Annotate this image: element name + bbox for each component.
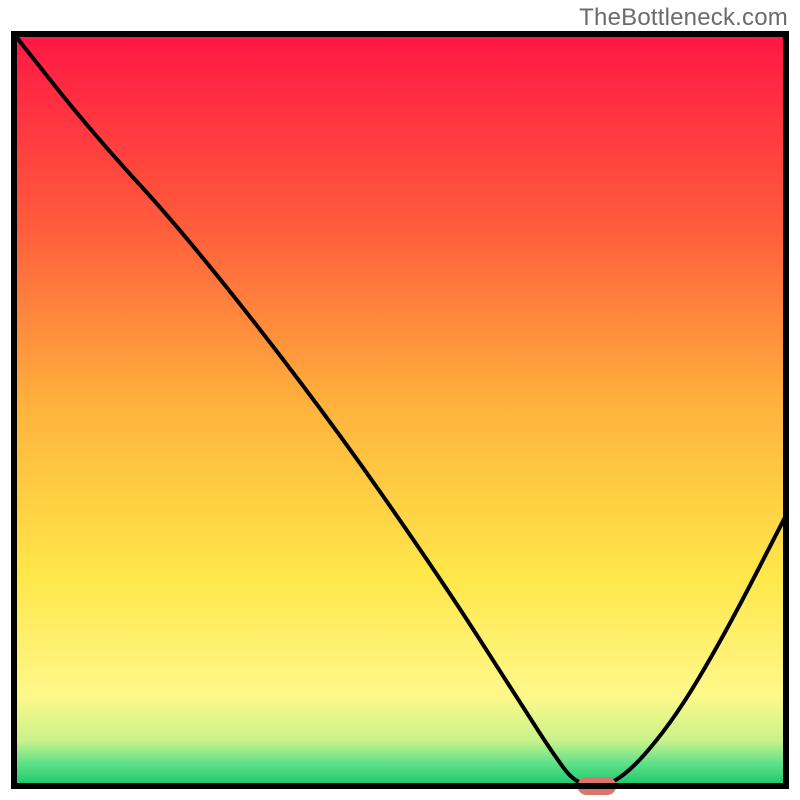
plot-background — [14, 34, 786, 786]
chart-svg — [0, 30, 800, 800]
chart-container — [0, 30, 800, 800]
watermark-text: TheBottleneck.com — [579, 4, 788, 32]
